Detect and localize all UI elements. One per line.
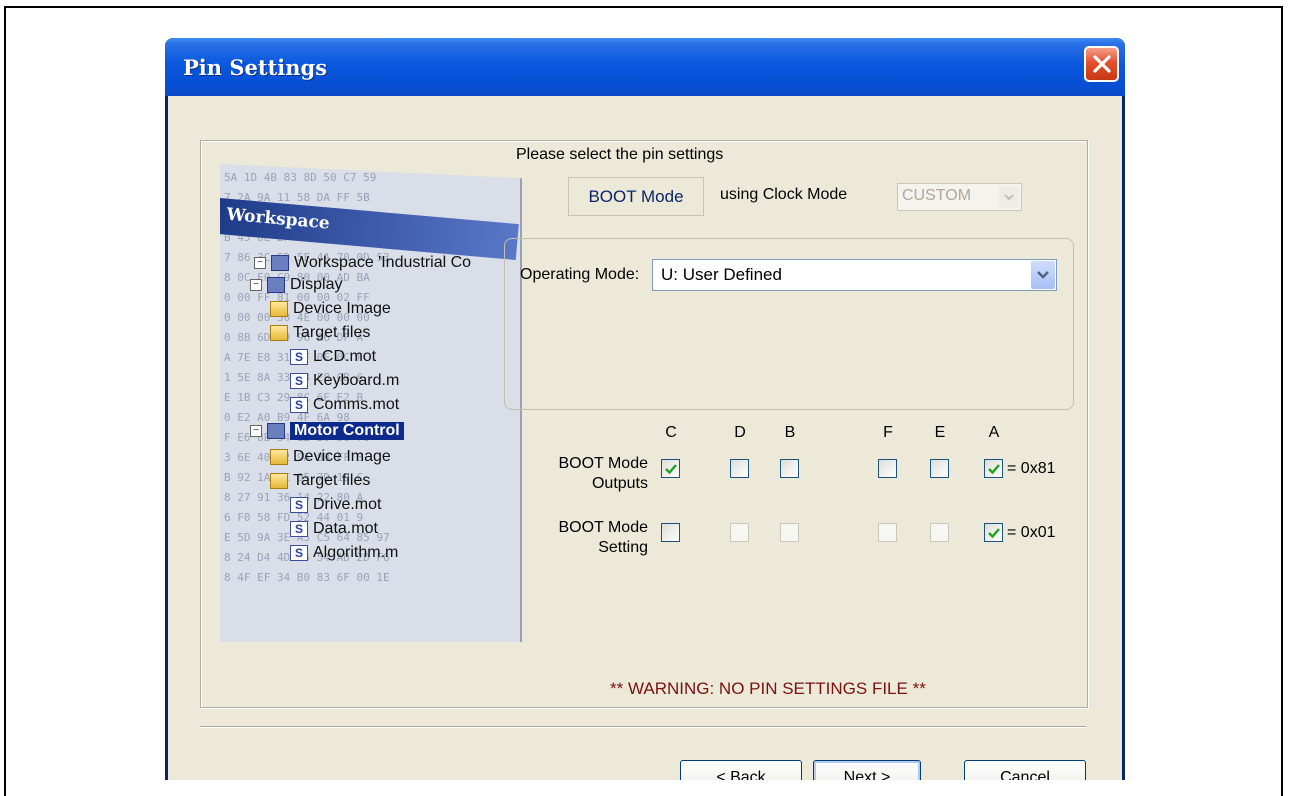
pin-checkbox-c[interactable] [661, 459, 680, 478]
file-icon: S [290, 545, 308, 561]
operating-mode-select[interactable]: U: User Defined [652, 259, 1057, 291]
collapse-icon: − [254, 257, 266, 269]
window-title: Pin Settings [183, 55, 328, 80]
back-prefix: < [716, 769, 731, 780]
back-mnemonic: B [730, 769, 741, 780]
clock-mode-label: using Clock Mode [720, 186, 848, 203]
tree-item-label: Data.mot [313, 520, 378, 537]
tree-item: − Workspace 'Industrial Co [254, 254, 471, 272]
checkmark-icon [988, 528, 1000, 539]
tree-item: Target files [270, 324, 370, 342]
title-bar[interactable]: Pin Settings [165, 38, 1125, 96]
tree-item-label: Comms.mot [313, 396, 400, 413]
tree-item-label: Workspace 'Industrial Co [294, 254, 472, 271]
back-label: ack [740, 769, 766, 780]
pin-column-header: A [988, 424, 1000, 441]
cancel-label: Cancel [1000, 769, 1050, 780]
pin-checkbox-e [930, 523, 949, 542]
pin-hex-value: = 0x81 [1007, 460, 1056, 477]
project-icon [271, 255, 289, 271]
pin-checkbox-d [730, 523, 749, 542]
tree-item-label: Device Image [293, 448, 391, 465]
tree-item-label: Device Image [293, 300, 391, 317]
back-button[interactable]: < Back [680, 760, 802, 780]
tree-item: S Drive.mot [290, 496, 381, 514]
pin-checkbox-c[interactable] [661, 523, 680, 542]
chevron-down-icon [1037, 271, 1049, 279]
operating-mode-label: Operating Mode: [520, 266, 640, 283]
pin-checkbox-e[interactable] [930, 459, 949, 478]
next-label: ext > [855, 769, 891, 780]
cancel-button[interactable]: Cancel [964, 760, 1086, 780]
pin-row-label: BOOT Mode Setting [558, 519, 648, 556]
tree-item: − Motor Control [250, 422, 404, 440]
pin-checkbox-a[interactable] [984, 459, 1003, 478]
pin-column-header: E [934, 424, 946, 441]
project-icon [267, 277, 285, 293]
project-icon [267, 423, 285, 439]
tree-item-label: Motor Control [290, 422, 404, 440]
file-icon: S [290, 349, 308, 365]
tree-item: S Data.mot [290, 520, 378, 538]
tree-item-label: LCD.mot [313, 348, 377, 365]
checkmark-icon [665, 464, 677, 475]
folder-icon [270, 325, 288, 341]
tree-item-label: Target files [293, 472, 371, 489]
file-icon: S [290, 497, 308, 513]
tree-item-label: Algorithm.m [313, 544, 399, 561]
instruction-text: Please select the pin settings [516, 146, 724, 163]
tree-item: S Algorithm.m [290, 544, 398, 562]
tree-item-label: Keyboard.m [313, 372, 400, 389]
pin-hex-value: = 0x01 [1007, 524, 1056, 541]
tree-item: − Display [250, 276, 342, 294]
close-icon [1093, 55, 1111, 73]
clock-mode-select[interactable]: CUSTOM [897, 183, 1022, 211]
boot-mode-label: BOOT Mode [568, 177, 704, 216]
tree-item: Device Image [270, 300, 391, 318]
tree-item: S Keyboard.m [290, 372, 399, 390]
tree-item-label: Display [290, 276, 343, 293]
close-button[interactable] [1084, 46, 1119, 82]
clock-mode-value: CUSTOM [902, 187, 972, 204]
checkmark-icon [988, 464, 1000, 475]
pin-column-header: C [665, 424, 677, 441]
dialog-client-area: 5A 1D 4B 83 8D 50 C7 59 7 2A 9A 11 58 DA… [168, 96, 1122, 780]
tree-item: Device Image [270, 448, 391, 466]
pin-checkbox-a[interactable] [984, 523, 1003, 542]
tree-item: Target files [270, 472, 370, 490]
pin-checkbox-f [878, 523, 897, 542]
pin-settings-dialog: Pin Settings 5A 1D 4B 83 8D 50 C7 59 7 2… [165, 38, 1125, 780]
pin-row-label: BOOT Mode Outputs [558, 455, 648, 492]
tree-item: S LCD.mot [290, 348, 376, 366]
next-button[interactable]: Next > [813, 760, 921, 780]
tree-item-label: Drive.mot [313, 496, 382, 513]
button-separator [200, 726, 1086, 728]
pin-column-header: D [734, 424, 746, 441]
folder-icon [270, 473, 288, 489]
tree-item: S Comms.mot [290, 396, 399, 414]
dropdown-button[interactable] [1031, 261, 1055, 289]
tree-item-label: Target files [293, 324, 371, 341]
collapse-icon: − [250, 279, 262, 291]
warning-message: ** WARNING: NO PIN SETTINGS FILE ** [610, 679, 926, 698]
file-icon: S [290, 521, 308, 537]
operating-mode-value: U: User Defined [661, 265, 782, 284]
folder-icon [270, 301, 288, 317]
file-icon: S [290, 373, 308, 389]
pin-column-header: B [784, 424, 796, 441]
pin-checkbox-b [780, 523, 799, 542]
folder-icon [270, 449, 288, 465]
pin-checkbox-f[interactable] [878, 459, 897, 478]
next-mnemonic: N [843, 769, 856, 780]
pin-checkbox-d[interactable] [730, 459, 749, 478]
file-icon: S [290, 397, 308, 413]
collapse-icon: − [250, 425, 262, 437]
workspace-illustration: 5A 1D 4B 83 8D 50 C7 59 7 2A 9A 11 58 DA… [220, 164, 522, 642]
pin-checkbox-b[interactable] [780, 459, 799, 478]
chevron-down-icon [999, 186, 1019, 208]
pin-column-header: F [883, 424, 893, 441]
